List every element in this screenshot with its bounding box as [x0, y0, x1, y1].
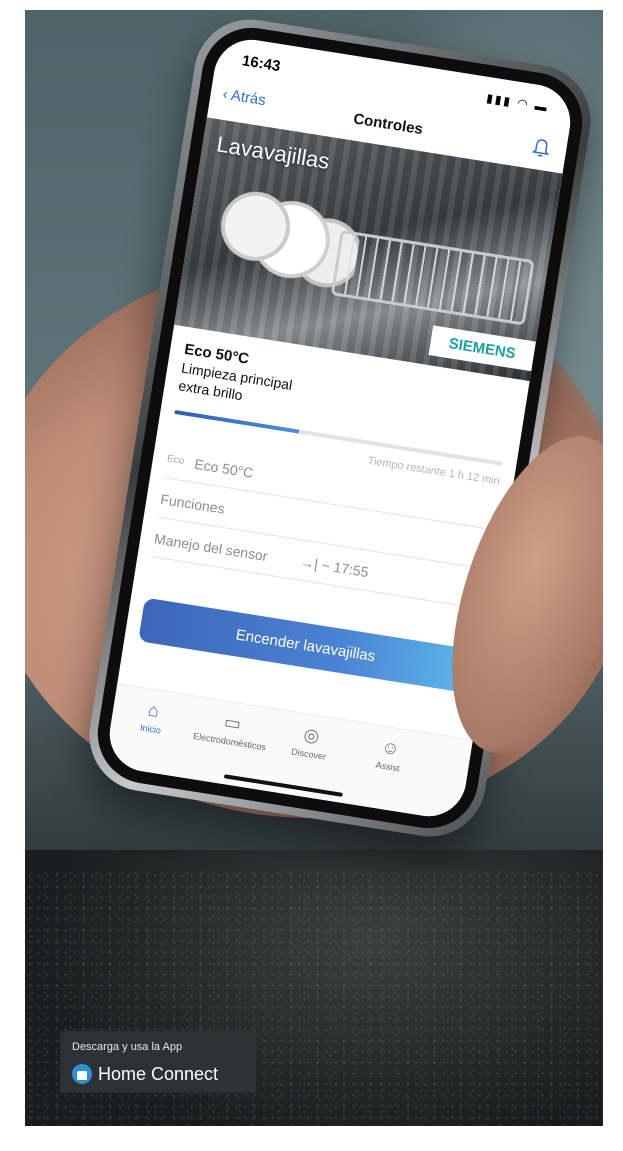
program-row-label: Eco 50°C	[193, 455, 255, 481]
tab-assist[interactable]: ☺ Assist	[347, 732, 431, 778]
tab-electrodomesticos[interactable]: ▭ Electrodomésticos	[189, 707, 273, 753]
start-dishwasher-button[interactable]: Encender lavavajillas	[138, 597, 473, 693]
badge-caption: Descarga y usa la App	[72, 1041, 183, 1053]
program-row-tag: Eco	[166, 453, 185, 467]
status-time: 16:43	[240, 52, 282, 76]
badge-app-name: Home Connect	[98, 1064, 219, 1084]
tab-inicio[interactable]: ⌂ Inicio	[110, 694, 194, 740]
sensor-row-label: Manejo del sensor	[153, 530, 269, 565]
bell-icon[interactable]	[531, 137, 552, 160]
brand-logo: SIEMENS	[428, 325, 536, 372]
dish-rack-image	[330, 229, 535, 326]
tab-discover[interactable]: ◎ Discover	[268, 719, 352, 765]
status-icons: ▮▮▮ ◠ ▬	[485, 90, 550, 115]
photo-background: 16:43 ▮▮▮ ◠ ▬ ‹ Atrás Controles Lavavaji…	[25, 10, 603, 1126]
app-download-badge[interactable]: Descarga y usa la App Home Connect	[60, 1031, 256, 1093]
home-connect-logo-icon	[72, 1064, 92, 1084]
sensor-row-value: →| ~ 17:55	[299, 553, 370, 581]
functions-row-label: Funciones	[159, 490, 226, 517]
